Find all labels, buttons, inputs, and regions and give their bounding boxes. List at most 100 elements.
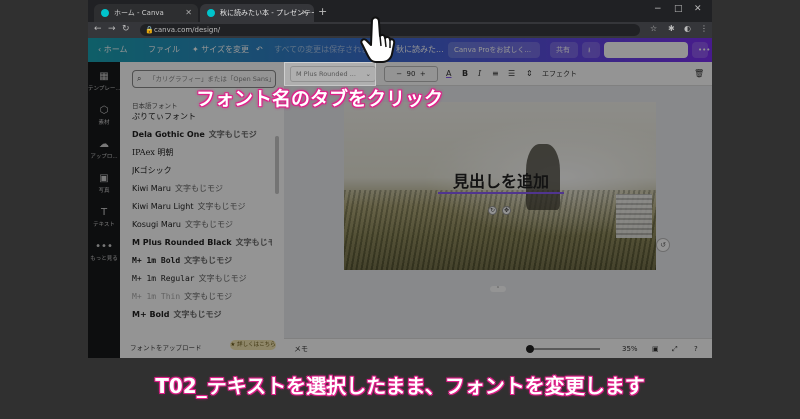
more-dots-icon: ••• bbox=[95, 241, 113, 252]
bold-icon[interactable]: B bbox=[462, 62, 468, 86]
text-icon: T bbox=[100, 207, 108, 218]
notes-button[interactable]: メモ bbox=[294, 339, 308, 358]
font-item[interactable]: M+ 1m Thin 文字もじモジ bbox=[132, 288, 272, 306]
templates-icon: ▦ bbox=[99, 71, 109, 82]
font-name: Dela Gothic One bbox=[132, 130, 205, 139]
plus-icon[interactable]: + bbox=[415, 70, 426, 78]
file-menu[interactable]: ファイル bbox=[148, 38, 180, 62]
upload-font-link[interactable]: フォントをアップロード bbox=[130, 342, 202, 352]
font-list-scrollbar[interactable] bbox=[275, 136, 279, 194]
font-item[interactable]: M+ 1m Regular 文字もじモジ bbox=[132, 270, 272, 288]
font-name: Kiwi Maru bbox=[132, 184, 171, 193]
undo-icon[interactable]: ↶ bbox=[256, 38, 263, 62]
tab-design[interactable]: 秋に読みたい本 - プレゼンテーション ✕ bbox=[200, 4, 314, 22]
page-view-icon[interactable]: ▣ bbox=[652, 339, 659, 358]
comment-icon[interactable]: ↺ bbox=[656, 238, 670, 252]
tutorial-frame: ホーム - Canva ✕ 秋に読みたい本 - プレゼンテーション ✕ + − … bbox=[0, 0, 800, 419]
font-sample: 文字もじモジ bbox=[185, 220, 233, 229]
highlight-box bbox=[284, 62, 376, 86]
present-button[interactable]: ▭ プレゼンテーション bbox=[604, 42, 688, 58]
rail-text[interactable]: T テキスト bbox=[88, 202, 120, 236]
back-icon[interactable]: ← bbox=[94, 24, 102, 34]
upload-cloud-icon: ☁ bbox=[99, 139, 109, 150]
resize-button[interactable]: ✦ サイズを変更 bbox=[192, 38, 249, 62]
pointing-hand-icon bbox=[360, 16, 396, 63]
editor-bottom-bar: メモ 35% ▣ ⤢ ? bbox=[284, 338, 712, 358]
text-color-icon[interactable]: A bbox=[446, 62, 451, 86]
browser-menu-icon[interactable]: ⋮ bbox=[700, 24, 708, 33]
font-sample: 文字もじモジ bbox=[198, 274, 247, 283]
canva-favicon-icon bbox=[101, 9, 109, 17]
font-item[interactable]: M+ Bold 文字もじモジ bbox=[132, 306, 272, 324]
forward-icon[interactable]: → bbox=[108, 24, 116, 34]
effects-button[interactable]: エフェクト bbox=[542, 62, 577, 86]
slide-canvas[interactable]: 見出しを追加 ↻ ✥ bbox=[344, 102, 656, 270]
rail-elements[interactable]: ⬡ 素材 bbox=[88, 100, 120, 134]
font-item[interactable]: Kiwi Maru 文字もじモジ bbox=[132, 180, 272, 198]
font-sample: 文字もじモジ bbox=[208, 130, 257, 139]
annotation-callout: フォント名のタブをクリック bbox=[196, 88, 444, 110]
font-item[interactable]: IPAex 明朝 bbox=[132, 144, 272, 162]
download-icon[interactable]: ⭳ bbox=[582, 42, 600, 58]
fullscreen-icon[interactable]: ⤢ bbox=[672, 339, 678, 358]
chevron-up-icon[interactable]: ⌃ bbox=[490, 286, 506, 292]
rail-more[interactable]: ••• もっと見る bbox=[88, 236, 120, 270]
font-item[interactable]: Kosugi Maru 文字もじモジ bbox=[132, 216, 272, 234]
more-options-button[interactable]: ••• bbox=[692, 42, 710, 58]
move-icon[interactable]: ✥ bbox=[502, 206, 511, 215]
new-tab-button[interactable]: + bbox=[318, 4, 327, 20]
extensions-icon[interactable]: ✱ bbox=[668, 24, 675, 33]
share-button[interactable]: 共有 bbox=[550, 42, 578, 58]
font-sample: 文字もじモジ bbox=[174, 184, 223, 193]
bookmark-star-icon[interactable]: ☆ bbox=[650, 24, 657, 33]
zoom-slider-handle[interactable] bbox=[526, 345, 534, 353]
tab-home[interactable]: ホーム - Canva ✕ bbox=[94, 4, 198, 22]
font-item[interactable]: Dela Gothic One 文字もじモジ bbox=[132, 126, 272, 144]
search-icon: ⌕ bbox=[137, 74, 142, 83]
learn-more-badge[interactable]: ★ 詳しくはこちら bbox=[230, 340, 276, 350]
search-placeholder: 「カリグラフィー」または「Open Sans」 bbox=[149, 75, 275, 83]
list-icon[interactable]: ☰ bbox=[508, 62, 515, 86]
photos-icon: ▣ bbox=[99, 173, 109, 184]
font-name: ぷりてぃフォント bbox=[132, 112, 196, 121]
font-sample: 文字もじモジ bbox=[235, 238, 272, 247]
chair-image-layer bbox=[616, 194, 652, 238]
rail-uploads[interactable]: ☁ アップロ... bbox=[88, 134, 120, 168]
rotate-icon[interactable]: ↻ bbox=[488, 206, 497, 215]
font-sample: 文字もじモジ bbox=[184, 256, 233, 265]
rail-templates[interactable]: ▦ テンプレー... bbox=[88, 66, 121, 100]
rail-photos[interactable]: ▣ 写真 bbox=[88, 168, 120, 202]
minimize-button[interactable]: − bbox=[654, 4, 662, 14]
font-item[interactable]: M+ 1m Bold 文字もじモジ bbox=[132, 252, 272, 270]
minus-icon[interactable]: − bbox=[396, 70, 406, 78]
maximize-button[interactable]: □ bbox=[674, 4, 683, 14]
reload-icon[interactable]: ↻ bbox=[122, 24, 130, 34]
lock-icon: 🔒 bbox=[145, 26, 154, 34]
font-item[interactable]: Kiwi Maru Light 文字もじモジ bbox=[132, 198, 272, 216]
home-button[interactable]: ‹ ホーム bbox=[98, 38, 128, 62]
close-tab-icon[interactable]: ✕ bbox=[301, 4, 308, 22]
font-name: M+ 1m Bold bbox=[132, 256, 181, 265]
font-item[interactable]: M Plus Rounded Black文字もじモジ bbox=[132, 234, 272, 252]
close-tab-icon[interactable]: ✕ bbox=[185, 4, 192, 22]
italic-icon[interactable]: I bbox=[478, 62, 481, 86]
help-icon[interactable]: ? bbox=[694, 339, 698, 358]
zoom-slider[interactable] bbox=[530, 348, 600, 350]
trash-icon[interactable]: 🗑 bbox=[694, 62, 704, 86]
headline-text[interactable]: 見出しを追加 bbox=[438, 170, 564, 194]
profile-avatar-icon[interactable]: ◐ bbox=[684, 24, 691, 33]
elements-icon: ⬡ bbox=[99, 105, 109, 116]
font-size-stepper[interactable]: − 90 + bbox=[384, 66, 438, 82]
font-sample: 文字もじモジ bbox=[197, 202, 246, 211]
rail-label: 素材 bbox=[98, 120, 110, 126]
font-name: M+ 1m Thin bbox=[132, 292, 181, 301]
tab-label: 秋に読みたい本 - プレゼンテーション bbox=[220, 9, 314, 17]
font-item[interactable]: JKゴシック bbox=[132, 162, 272, 180]
align-icon[interactable]: ≡ bbox=[492, 62, 499, 86]
font-name: Kosugi Maru bbox=[132, 220, 181, 229]
font-name: Kiwi Maru Light bbox=[132, 202, 194, 211]
close-window-button[interactable]: ✕ bbox=[694, 4, 702, 14]
line-spacing-icon[interactable]: ⇕ bbox=[526, 62, 533, 86]
rail-label: テンプレー... bbox=[88, 86, 121, 92]
try-pro-button[interactable]: Canva Proをお試しく... bbox=[448, 42, 540, 58]
